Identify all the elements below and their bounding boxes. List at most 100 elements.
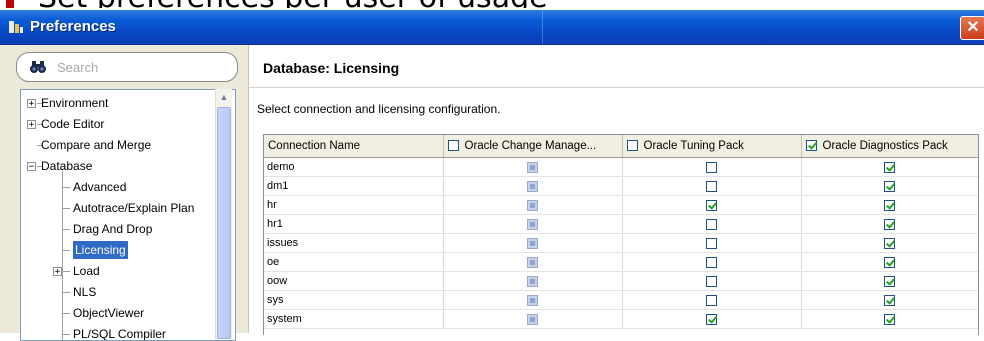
column-header[interactable]: Oracle Change Manage... (443, 135, 623, 158)
tree-item-label: Autotrace/Explain Plan (73, 201, 195, 215)
table-row[interactable]: hr (264, 195, 978, 215)
tree-item[interactable]: ObjectViewer (21, 304, 235, 322)
diagnostics-pack-checkbox[interactable] (884, 256, 895, 268)
license-cell (622, 214, 802, 234)
title-bar[interactable]: Preferences ✕ (0, 10, 984, 45)
tree-item-label: PL/SQL Compiler (73, 327, 166, 341)
diagnostics-pack-checkbox[interactable] (884, 313, 895, 325)
tree-item[interactable]: NLS (21, 283, 235, 301)
license-cell (443, 176, 623, 196)
table-row[interactable]: hr1 (264, 214, 978, 234)
tree-item-label: ObjectViewer (73, 306, 145, 320)
connection-name-cell: sys (264, 290, 444, 310)
tree-item[interactable]: Autotrace/Explain Plan (21, 199, 235, 217)
table-row[interactable]: demo (264, 157, 978, 177)
connection-name-cell: dm1 (264, 176, 444, 196)
license-cell (443, 214, 623, 234)
tree-item-label: Load (73, 264, 100, 278)
search-box[interactable] (16, 52, 238, 82)
change-management-checkbox (527, 161, 538, 173)
license-cell (801, 271, 978, 291)
tree-item-label: Licensing (73, 241, 128, 259)
expand-icon[interactable]: + (53, 267, 62, 277)
select-all-checkbox[interactable] (447, 140, 459, 152)
change-management-checkbox (527, 313, 538, 325)
connection-name-cell: issues (264, 233, 444, 253)
tuning-pack-checkbox[interactable] (706, 199, 717, 211)
tuning-pack-checkbox[interactable] (706, 180, 717, 192)
diagnostics-pack-checkbox[interactable] (884, 180, 895, 192)
diagnostics-pack-checkbox[interactable] (884, 294, 895, 306)
license-cell (443, 252, 623, 272)
tuning-pack-checkbox[interactable] (706, 275, 717, 287)
license-cell (443, 195, 623, 215)
license-cell (622, 195, 802, 215)
expand-icon[interactable]: + (27, 120, 36, 130)
tree-item-label: Drag And Drop (73, 222, 153, 236)
panel-description: Select connection and licensing configur… (257, 102, 501, 116)
license-cell (622, 252, 802, 272)
tree-item[interactable]: + Load (21, 262, 235, 280)
connection-name-cell: system (264, 309, 444, 329)
tree-item[interactable]: Drag And Drop (21, 220, 235, 238)
tree-item[interactable]: PL/SQL Compiler (21, 325, 235, 341)
change-management-checkbox (527, 275, 538, 287)
dialog-title: Preferences (30, 18, 116, 35)
tuning-pack-checkbox[interactable] (706, 161, 717, 173)
scroll-thumb[interactable] (217, 107, 231, 339)
column-header[interactable]: Oracle Diagnostics Pack (801, 135, 978, 158)
tree-connector (62, 334, 70, 335)
tree-guide-line (62, 171, 63, 340)
tree-connector (62, 229, 70, 230)
table-row[interactable]: sys (264, 290, 978, 310)
connection-name-cell: hr (264, 195, 444, 215)
license-cell (801, 252, 978, 272)
collapse-icon[interactable]: − (27, 162, 36, 172)
tuning-pack-checkbox[interactable] (706, 313, 717, 325)
tree-scrollbar[interactable]: ▲ (215, 89, 232, 339)
tuning-pack-checkbox[interactable] (706, 256, 717, 268)
scroll-up-icon[interactable]: ▲ (217, 90, 231, 104)
tree-item[interactable]: + Code Editor (21, 115, 235, 133)
change-management-checkbox (527, 180, 538, 192)
tree-item-label: Environment (41, 96, 109, 110)
select-all-checkbox[interactable] (626, 140, 638, 152)
table-row[interactable]: oow (264, 271, 978, 291)
slide-title: Set preferences per user of usage (0, 0, 984, 8)
license-cell (801, 195, 978, 215)
diagnostics-pack-checkbox[interactable] (884, 161, 895, 173)
license-cell (443, 290, 623, 310)
change-management-checkbox (527, 199, 538, 211)
table-header: Connection Name Oracle Change Manage... Or… (264, 135, 978, 158)
preferences-tree[interactable]: + Environment + Code Editor Compare and Merg… (20, 89, 236, 341)
close-button[interactable]: ✕ (960, 16, 984, 40)
tuning-pack-checkbox[interactable] (706, 218, 717, 230)
column-header[interactable]: Connection Name (264, 135, 444, 158)
tree-item[interactable]: Licensing (21, 241, 235, 259)
tree-item[interactable]: Advanced (21, 178, 235, 196)
tree-item-label: Code Editor (41, 117, 105, 131)
diagnostics-pack-checkbox[interactable] (884, 199, 895, 211)
preferences-dialog: Preferences ✕ + Environment + Code Editor Co… (0, 10, 984, 341)
diagnostics-pack-checkbox[interactable] (884, 237, 895, 249)
diagnostics-pack-checkbox[interactable] (884, 218, 895, 230)
tree-item-label: Compare and Merge (41, 138, 152, 152)
diagnostics-pack-checkbox[interactable] (884, 275, 895, 287)
table-row[interactable]: oe (264, 252, 978, 272)
tree-item[interactable]: − Database (21, 157, 235, 175)
column-header-label: Oracle Change Manage... (464, 140, 597, 152)
license-cell (622, 157, 802, 177)
table-row[interactable]: issues (264, 233, 978, 253)
column-header[interactable]: Oracle Tuning Pack (622, 135, 802, 158)
expand-icon[interactable]: + (27, 99, 36, 109)
tree-item[interactable]: + Environment (21, 94, 235, 112)
license-cell (801, 309, 978, 329)
tuning-pack-checkbox[interactable] (706, 294, 717, 306)
select-all-checkbox[interactable] (805, 140, 817, 152)
search-input[interactable] (55, 57, 229, 77)
table-row[interactable]: dm1 (264, 176, 978, 196)
change-management-checkbox (527, 256, 538, 268)
tree-item[interactable]: Compare and Merge (21, 136, 235, 154)
tuning-pack-checkbox[interactable] (706, 237, 717, 249)
table-row[interactable]: system (264, 309, 978, 329)
